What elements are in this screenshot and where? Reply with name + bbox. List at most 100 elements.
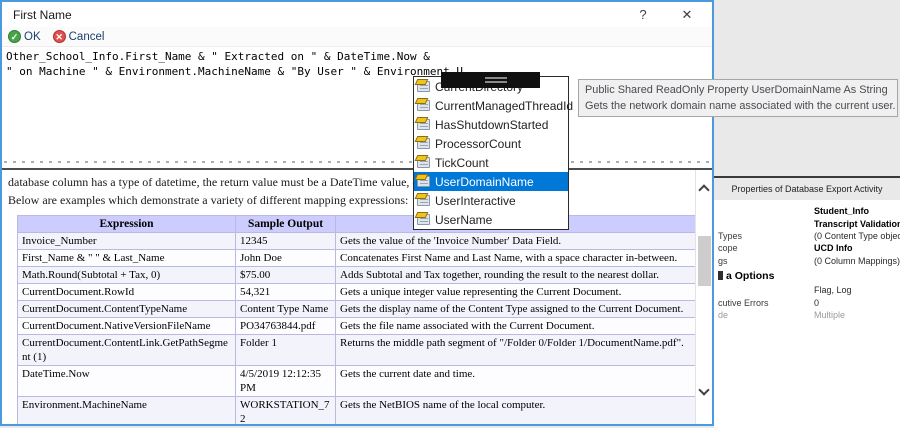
intellisense-dropdown: CurrentDirectory CurrentManagedThreadId … — [413, 76, 569, 230]
column-header-expression: Expression — [18, 216, 236, 233]
dropdown-item[interactable]: HasShutdownStarted — [414, 115, 568, 134]
property-icon — [417, 100, 430, 111]
cell-description: Gets the NetBIOS name of the local compu… — [336, 397, 696, 425]
cell-description: Gets the display name of the Content Typ… — [336, 301, 696, 318]
property-label: Types — [718, 230, 814, 242]
cell-description: Gets a unique integer value representing… — [336, 284, 696, 301]
dropdown-item[interactable]: TickCount — [414, 153, 568, 172]
table-row: CurrentDocument.ContentLink.GetPathSegme… — [18, 335, 696, 366]
cell-description: Returns the middle path segment of "/Fol… — [336, 335, 696, 366]
property-row[interactable]: Student_Info — [718, 205, 900, 217]
property-row[interactable]: cutive Errors 0 — [718, 296, 900, 308]
table-row: Environment.MachineNameWORKSTATION_72Get… — [18, 397, 696, 425]
property-value: Multiple — [814, 309, 900, 321]
property-section-header[interactable]: a Options — [718, 268, 900, 284]
table-row: CurrentDocument.NativeVersionFileNamePO3… — [18, 318, 696, 335]
dropdown-item-label: ProcessorCount — [435, 137, 521, 151]
table-row: Math.Round(Subtotal + Tax, 0)$75.00Adds … — [18, 267, 696, 284]
expression-examples-table: Expression Sample Output Description Inv… — [17, 215, 696, 424]
ok-label: OK — [24, 31, 41, 43]
cell-description: Gets the value of the 'Invoice Number' D… — [336, 233, 696, 250]
property-icon — [417, 119, 430, 130]
property-row[interactable]: Types (0 Content Type objects — [718, 230, 900, 242]
property-row[interactable]: Flag, Log — [718, 284, 900, 296]
cell-expression: CurrentDocument.NativeVersionFileName — [18, 318, 236, 335]
cell-sample: WORKSTATION_72 — [236, 397, 336, 425]
cell-sample: Content Type Name — [236, 301, 336, 318]
property-row[interactable]: gs (0 Column Mappings) — [718, 255, 900, 267]
cell-sample: $75.00 — [236, 267, 336, 284]
property-row[interactable]: de Multiple — [718, 309, 900, 321]
properties-panel: Student_Info Transcript Validation Types… — [714, 200, 900, 428]
clipped-text-artifact — [4, 159, 710, 165]
cell-expression: CurrentDocument.ContentTypeName — [18, 301, 236, 318]
cell-sample: 4/5/2019 12:12:35 PM — [236, 366, 336, 397]
cell-description: Gets the file name associated with the C… — [336, 318, 696, 335]
cancel-button[interactable]: ✕ Cancel — [53, 30, 105, 43]
cell-expression: CurrentDocument.ContentLink.GetPathSegme… — [18, 335, 236, 366]
dropdown-item-selected[interactable]: UserDomainName — [414, 172, 568, 191]
cell-expression: Environment.MachineName — [18, 397, 236, 425]
table-header-row: Expression Sample Output Description — [18, 216, 696, 233]
cell-description: Adds Subtotal and Tax together, rounding… — [336, 267, 696, 284]
redaction-box — [441, 72, 540, 88]
dialog-help-button[interactable]: ? — [630, 5, 656, 25]
expression-editor-dialog: First Name ? ✕ ✓ OK ✕ Cancel Other_Schoo… — [0, 0, 714, 426]
property-label: cutive Errors — [718, 297, 814, 309]
column-header-sample-output: Sample Output — [236, 216, 336, 233]
property-icon — [417, 138, 430, 149]
dropdown-item[interactable]: CurrentManagedThreadId — [414, 96, 568, 115]
cell-sample: Folder 1 — [236, 335, 336, 366]
dropdown-item[interactable]: UserInteractive — [414, 191, 568, 210]
dropdown-item-label: UserDomainName — [435, 175, 534, 189]
cell-expression: DateTime.Now — [18, 366, 236, 397]
property-icon — [417, 214, 430, 225]
help-scrollbar[interactable] — [695, 170, 712, 424]
property-value: 0 — [814, 297, 900, 309]
help-paragraph-2: Below are examples which demonstrate a v… — [8, 193, 696, 208]
dropdown-item[interactable]: UserName — [414, 210, 568, 229]
property-value: Student_Info — [814, 205, 900, 217]
property-icon — [417, 195, 430, 206]
table-row: First_Name & " " & Last_NameJohn DoeConc… — [18, 250, 696, 267]
cell-sample: PO34763844.pdf — [236, 318, 336, 335]
expression-line-2: " on Machine " & Environment.MachineName… — [6, 65, 463, 78]
ok-button[interactable]: ✓ OK — [8, 30, 41, 43]
property-value: UCD Info — [814, 242, 900, 254]
property-value: (0 Content Type objects — [814, 230, 900, 242]
cancel-x-icon: ✕ — [53, 30, 66, 43]
properties-panel-title: Properties of Database Export Activity — [714, 180, 900, 199]
property-icon — [417, 157, 430, 168]
property-value: (0 Column Mappings) — [814, 255, 900, 267]
close-icon[interactable]: ✕ — [674, 5, 700, 25]
cancel-label: Cancel — [69, 31, 105, 43]
property-section-label: a Options — [726, 270, 774, 282]
cell-description: Concatenates First Name and Last Name, w… — [336, 250, 696, 267]
scroll-down-icon[interactable] — [698, 384, 709, 395]
help-panel: database column has a type of datetime, … — [2, 170, 712, 424]
dialog-toolbar: ✓ OK ✕ Cancel — [2, 27, 712, 47]
property-label: de — [718, 309, 814, 321]
section-glyph-icon — [718, 271, 723, 280]
property-icon — [417, 81, 430, 92]
help-paragraph-1: database column has a type of datetime, … — [8, 175, 696, 190]
table-row: DateTime.Now4/5/2019 12:12:35 PMGets the… — [18, 366, 696, 397]
cell-description: Gets the current date and time. — [336, 366, 696, 397]
cell-expression: First_Name & " " & Last_Name — [18, 250, 236, 267]
property-value: Transcript Validation — [814, 218, 900, 230]
dropdown-item[interactable]: ProcessorCount — [414, 134, 568, 153]
cell-sample: John Doe — [236, 250, 336, 267]
table-row: CurrentDocument.ContentTypeNameContent T… — [18, 301, 696, 318]
scroll-up-icon[interactable] — [698, 184, 709, 195]
scrollbar-thumb[interactable] — [698, 236, 711, 286]
property-label: cope — [718, 242, 814, 254]
ok-check-icon: ✓ — [8, 30, 21, 43]
cell-sample: 12345 — [236, 233, 336, 250]
property-row[interactable]: cope UCD Info — [718, 242, 900, 254]
property-label: gs — [718, 255, 814, 267]
expression-line-1: Other_School_Info.First_Name & " Extract… — [6, 50, 430, 63]
dropdown-item-label: HasShutdownStarted — [435, 118, 548, 132]
cell-expression: Math.Round(Subtotal + Tax, 0) — [18, 267, 236, 284]
table-row: CurrentDocument.RowId54,321Gets a unique… — [18, 284, 696, 301]
property-row[interactable]: Transcript Validation — [718, 217, 900, 229]
